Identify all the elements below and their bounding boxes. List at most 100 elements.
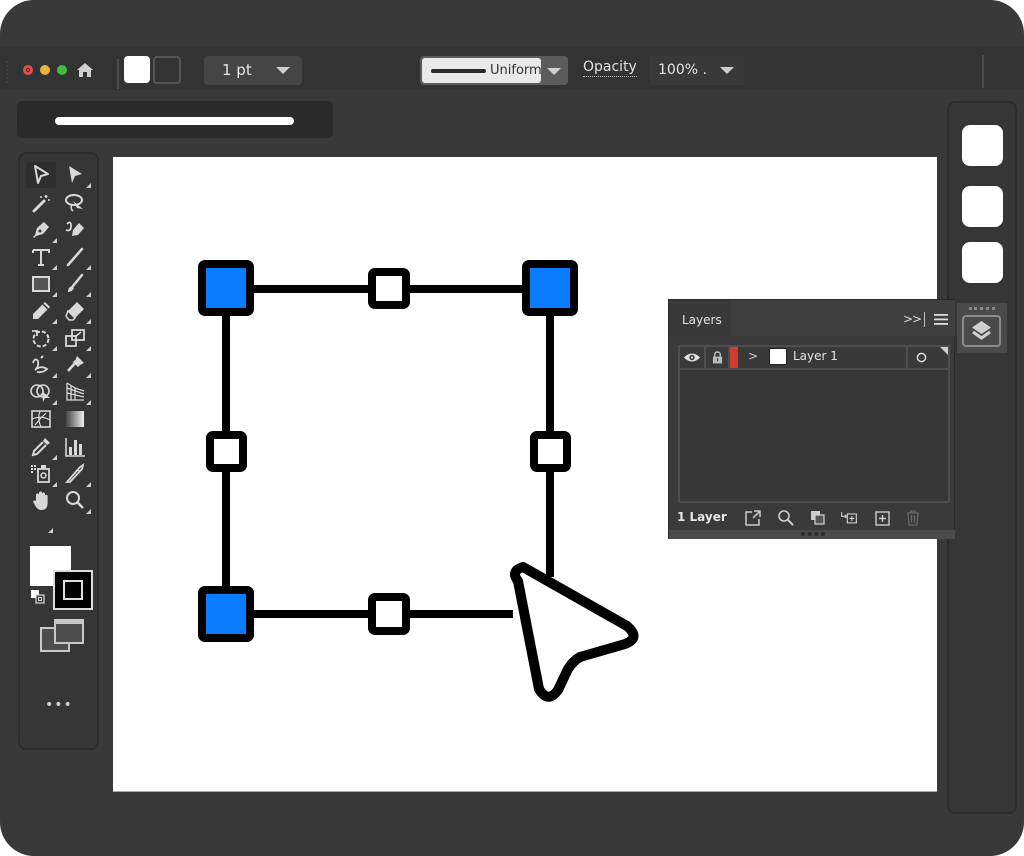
chevron-down-icon: [276, 67, 290, 74]
layer-count: 1 Layer: [677, 510, 727, 524]
export-icon[interactable]: [744, 509, 762, 527]
edit-toolbar-button[interactable]: •••: [45, 697, 73, 713]
gradient-icon: [66, 411, 84, 427]
pen-tool[interactable]: [26, 217, 57, 243]
opacity-dropdown[interactable]: 100% .: [650, 56, 744, 85]
selection-arrow-icon: [34, 165, 49, 184]
paintbrush-tool[interactable]: [60, 271, 91, 297]
lasso-tool[interactable]: [60, 190, 90, 216]
lock-icon: [712, 351, 723, 364]
stroke-profile-dropdown[interactable]: Uniform: [420, 56, 568, 85]
handle-right-middle[interactable]: [530, 431, 571, 472]
direct-selection-arrow-icon: [69, 166, 82, 183]
selection-indicator: [940, 347, 948, 355]
rotate-tool[interactable]: [26, 325, 57, 351]
close-window-button[interactable]: [23, 65, 33, 75]
magnifier-icon: [66, 491, 84, 509]
move-to-layer-icon[interactable]: [840, 509, 858, 527]
eraser-tool[interactable]: [60, 298, 91, 324]
layers-panel-header[interactable]: Layers >>: [669, 300, 955, 336]
document-tab[interactable]: [17, 101, 333, 138]
handle-bottom-middle[interactable]: [368, 593, 410, 635]
anchor-point-top-left[interactable]: [198, 260, 254, 316]
minimize-window-button[interactable]: [40, 65, 50, 75]
panel-menu-icon[interactable]: [934, 314, 948, 325]
stroke-swatch[interactable]: [153, 56, 181, 84]
lasso-icon: [65, 194, 83, 212]
paintbrush-icon: [68, 273, 84, 292]
new-layer-icon[interactable]: [874, 509, 892, 527]
expand-layer-chevron-icon[interactable]: >: [748, 349, 758, 363]
visibility-toggle[interactable]: [680, 347, 706, 368]
rotate-icon: [32, 330, 50, 348]
control-bar-grip[interactable]: [6, 61, 9, 83]
dock-panel-slot-3[interactable]: [962, 242, 1003, 283]
eyedropper-tool[interactable]: [26, 434, 57, 460]
shape-builder-icon: [30, 384, 50, 402]
magic-wand-icon: [32, 195, 50, 213]
hand-tool[interactable]: [26, 488, 56, 514]
scale-icon: [65, 329, 85, 347]
search-icon[interactable]: [777, 509, 795, 527]
stroke-weight-dropdown[interactable]: 1 pt: [204, 56, 302, 85]
divider: [982, 55, 984, 88]
right-panel-dock: [947, 101, 1017, 814]
stroke-profile-preview: [431, 69, 486, 73]
type-t-icon: [32, 249, 50, 266]
layers-panel-button[interactable]: [957, 303, 1007, 353]
opacity-link[interactable]: Opacity: [583, 58, 637, 77]
scale-tool[interactable]: [60, 325, 91, 351]
screen-mode-icon[interactable]: [40, 619, 84, 653]
dock-grip[interactable]: [969, 307, 995, 310]
layer-row[interactable]: > Layer 1: [678, 345, 950, 370]
gradient-tool[interactable]: [60, 406, 90, 432]
stroke-weight-value: 1 pt: [222, 61, 252, 79]
warp-tool[interactable]: [26, 352, 57, 378]
target-circle-icon[interactable]: [916, 352, 927, 363]
line-segment-tool[interactable]: [60, 244, 91, 270]
stroke-color-box[interactable]: [53, 570, 93, 610]
clipping-mask-icon[interactable]: [809, 509, 827, 527]
curvature-tool[interactable]: [60, 217, 90, 243]
direct-selection-tool[interactable]: [60, 162, 91, 188]
magic-wand-tool[interactable]: [26, 190, 56, 216]
selection-tool[interactable]: [26, 162, 56, 188]
handle-left-middle[interactable]: [206, 431, 247, 472]
maximize-window-button[interactable]: [57, 65, 67, 75]
symbol-sprayer-tool[interactable]: [26, 461, 57, 487]
layers-list-area[interactable]: [678, 370, 950, 503]
anchor-point-top-right[interactable]: [522, 260, 578, 316]
mesh-icon: [31, 410, 51, 428]
column-graph-tool[interactable]: [60, 434, 90, 460]
pencil-tool[interactable]: [26, 298, 57, 324]
dock-panel-slot-1[interactable]: [962, 125, 1003, 166]
perspective-grid-tool[interactable]: [60, 379, 91, 405]
toolbar-collapse-corner[interactable]: [23, 523, 53, 533]
layer-color-indicator: [730, 347, 738, 368]
zoom-tool[interactable]: [60, 488, 91, 514]
puppet-warp-tool[interactable]: [60, 352, 91, 378]
document-title-placeholder: [55, 117, 294, 125]
slice-tool[interactable]: [60, 461, 91, 487]
curvature-pen-icon: [65, 221, 84, 236]
anchor-point-bottom-left[interactable]: [198, 586, 254, 642]
selected-rectangle-path: [222, 285, 554, 618]
mesh-tool[interactable]: [26, 406, 56, 432]
home-icon[interactable]: [76, 62, 94, 78]
trash-icon[interactable]: [904, 509, 922, 527]
fill-swatch[interactable]: [124, 56, 150, 83]
collapse-panel-button[interactable]: >>: [903, 312, 922, 326]
hand-icon: [33, 491, 48, 510]
handle-top-middle[interactable]: [368, 268, 410, 309]
dock-panel-slot-2[interactable]: [962, 186, 1003, 227]
lock-toggle[interactable]: [706, 347, 730, 368]
panel-resize-handle[interactable]: [669, 530, 955, 539]
tab-layers[interactable]: Layers: [669, 300, 731, 336]
shape-builder-tool[interactable]: [26, 379, 57, 405]
divider: [924, 312, 925, 327]
layer-name[interactable]: Layer 1: [793, 349, 838, 363]
rectangle-tool[interactable]: [26, 271, 57, 297]
default-colors-icon[interactable]: [31, 590, 45, 604]
line-segment-icon: [66, 247, 84, 267]
type-tool[interactable]: [26, 244, 57, 270]
